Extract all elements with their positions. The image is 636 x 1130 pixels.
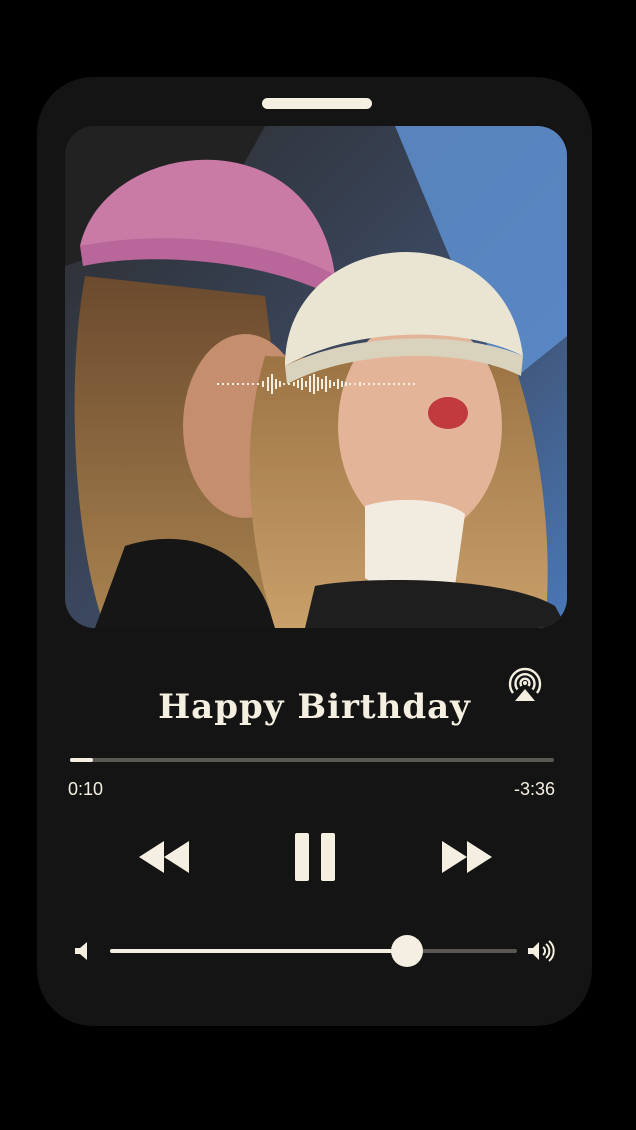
time-remaining: -3:36 [513,779,555,799]
time-elapsed: 0:10 [68,779,104,799]
audio-waveform [217,374,415,394]
volume-fill [110,949,408,953]
song-title: Happy Birthday [158,687,471,727]
volume-low-icon[interactable] [73,940,93,962]
progress-fill [70,758,93,762]
album-artwork [65,126,567,628]
pause-icon[interactable] [293,831,337,883]
device-notch [262,98,372,109]
rewind-icon[interactable] [137,837,191,877]
volume-high-icon[interactable] [527,939,557,963]
fast-forward-icon[interactable] [440,837,494,877]
progress-bar[interactable] [70,758,554,762]
volume-slider[interactable] [110,935,517,967]
music-player-device: Happy Birthday 0:10 -3:36 [37,77,592,1026]
volume-knob[interactable] [391,935,424,967]
